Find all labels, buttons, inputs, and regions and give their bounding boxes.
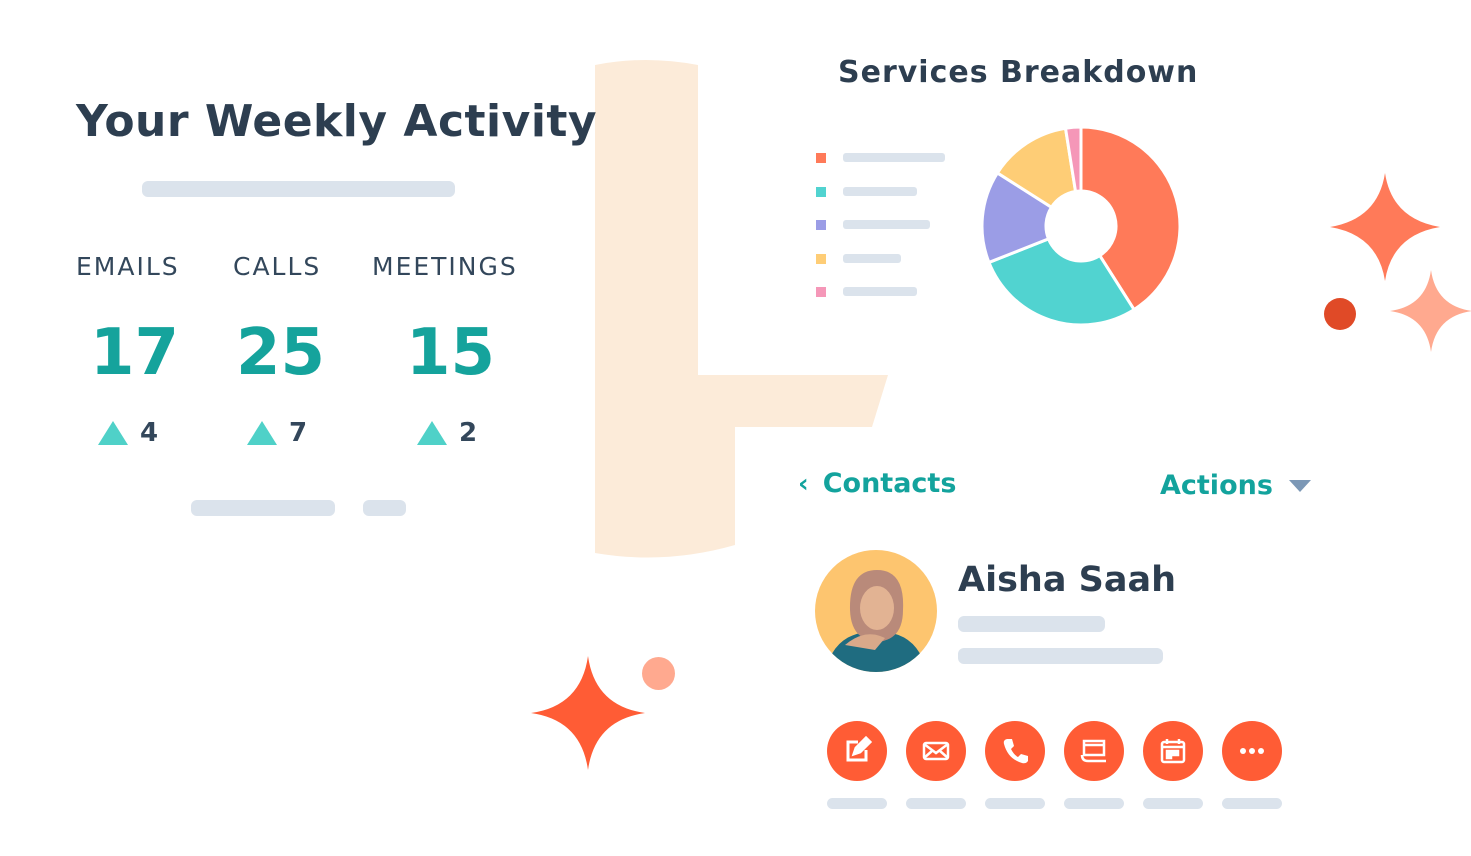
task-button[interactable]: [1064, 721, 1124, 781]
placeholder-bar: [958, 616, 1105, 632]
stat-value-calls: 25: [236, 316, 326, 390]
legend-swatch: [816, 153, 826, 163]
back-label: Contacts: [822, 468, 957, 499]
sparkle-icon: [1390, 270, 1471, 352]
stat-delta-meetings: 2: [417, 418, 477, 448]
legend-placeholder-bar: [843, 186, 917, 196]
caret-down-icon: [1288, 479, 1311, 492]
back-to-contacts-link[interactable]: ‹ Contacts: [798, 468, 956, 499]
decorative-dot: [1324, 298, 1356, 330]
delta-value: 7: [289, 418, 308, 448]
legend-swatch: [816, 220, 826, 230]
email-button[interactable]: [906, 721, 966, 781]
delta-value: 2: [459, 418, 478, 448]
meeting-button[interactable]: [1143, 721, 1203, 781]
stat-label-meetings: MEETINGS: [372, 252, 518, 281]
legend-swatch: [816, 287, 826, 297]
contact-name: Aisha Saah: [958, 560, 1176, 600]
sparkle-icon: [531, 656, 645, 770]
task-icon: [1080, 739, 1106, 763]
legend-placeholder-bar: [843, 253, 901, 263]
stat-delta-calls: 7: [247, 418, 307, 448]
actions-dropdown[interactable]: Actions: [1160, 470, 1311, 501]
delta-value: 4: [140, 418, 159, 448]
stat-value-emails: 17: [90, 316, 180, 390]
stat-value-meetings: 15: [406, 316, 496, 390]
call-button[interactable]: [985, 721, 1045, 781]
more-icon: [1240, 748, 1264, 754]
phone-icon: [1003, 739, 1028, 764]
chevron-left-icon: ‹: [798, 468, 809, 499]
triangle-up-icon: [98, 421, 128, 445]
sparkle-icon: [1330, 173, 1440, 281]
stat-delta-emails: 4: [98, 418, 158, 448]
note-button[interactable]: [827, 721, 887, 781]
edit-note-icon: [846, 736, 872, 762]
placeholder-bar: [958, 648, 1163, 664]
calendar-icon: [1160, 739, 1186, 764]
legend-placeholder-bar: [843, 220, 930, 229]
decorative-dot: [642, 657, 675, 690]
avatar: [815, 550, 937, 672]
stat-label-calls: CALLS: [233, 252, 322, 281]
placeholder-bar: [985, 798, 1045, 809]
placeholder-bar: [363, 500, 406, 516]
actions-label: Actions: [1160, 470, 1273, 501]
placeholder-bar: [827, 798, 887, 809]
placeholder-bar: [1222, 798, 1282, 809]
triangle-up-icon: [417, 421, 447, 445]
legend-swatch: [816, 253, 826, 264]
placeholder-bar: [1143, 798, 1203, 809]
placeholder-bar: [142, 181, 455, 197]
donut-chart: [980, 125, 1182, 327]
placeholder-bar: [191, 500, 335, 516]
legend-placeholder-bar: [843, 287, 917, 296]
placeholder-bar: [906, 798, 966, 809]
stat-label-emails: EMAILS: [76, 252, 180, 281]
legend-placeholder-bar: [843, 153, 945, 162]
services-title: Services Breakdown: [838, 55, 1199, 90]
email-icon: [922, 741, 950, 761]
more-button[interactable]: [1222, 721, 1282, 781]
legend-swatch: [816, 186, 826, 197]
triangle-up-icon: [247, 421, 277, 445]
placeholder-bar: [1064, 798, 1124, 809]
page-title: Your Weekly Activity: [76, 96, 598, 147]
